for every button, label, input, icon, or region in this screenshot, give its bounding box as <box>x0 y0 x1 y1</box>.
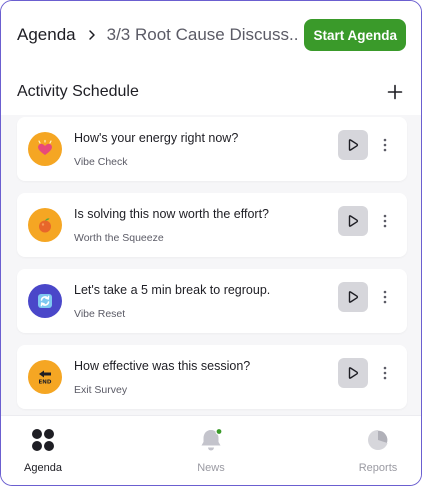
more-options-button[interactable] <box>378 130 392 160</box>
activity-subtitle: Worth the Squeeze <box>74 232 164 244</box>
play-icon <box>348 291 359 303</box>
app-frame: Agenda 3/3 Root Cause Discuss.. Start Ag… <box>0 0 422 486</box>
activity-subtitle: Exit Survey <box>74 384 128 396</box>
activity-title: Is solving this now worth the effort? <box>74 207 270 221</box>
activity-subtitle: Vibe Check <box>74 156 128 168</box>
more-options-button[interactable] <box>378 358 392 388</box>
bottom-nav: Agenda News Reports <box>1 415 421 485</box>
nav-item-reports[interactable]: Reports <box>333 416 421 485</box>
header: Agenda 3/3 Root Cause Discuss.. Start Ag… <box>1 1 421 69</box>
activity-card[interactable]: Is solving this now worth the effort? Wo… <box>17 193 407 257</box>
bell-icon <box>198 427 224 453</box>
add-activity-button[interactable] <box>387 84 403 100</box>
nav-item-agenda[interactable]: Agenda <box>1 416 88 485</box>
play-button[interactable] <box>338 206 368 236</box>
play-button[interactable] <box>338 282 368 312</box>
nav-label: Agenda <box>24 462 62 474</box>
play-button[interactable] <box>338 358 368 388</box>
activity-card[interactable]: END How effective was this session? Exit… <box>17 345 407 409</box>
start-agenda-button[interactable]: Start Agenda <box>304 19 406 51</box>
nav-label: Reports <box>358 462 398 474</box>
play-icon <box>348 139 359 151</box>
activity-card[interactable]: Let's take a 5 min break to regroup. Vib… <box>17 269 407 333</box>
section-header: Activity Schedule <box>1 69 421 115</box>
more-options-button[interactable] <box>378 282 392 312</box>
activity-title: How effective was this session? <box>74 359 251 373</box>
pie-chart-icon <box>365 427 391 453</box>
nav-label: News <box>197 462 225 474</box>
activity-subtitle: Vibe Reset <box>74 308 126 320</box>
play-icon <box>348 367 359 379</box>
breadcrumb-current: 3/3 Root Cause Discuss.. <box>106 25 299 44</box>
end-label: END <box>39 380 52 386</box>
section-title: Activity Schedule <box>17 83 139 100</box>
play-icon <box>348 215 359 227</box>
activity-title: Let's take a 5 min break to regroup. <box>74 283 271 297</box>
play-button[interactable] <box>338 130 368 160</box>
grid-dots-icon <box>30 427 56 453</box>
nav-item-news[interactable]: News <box>166 416 256 485</box>
heart-icon <box>28 132 62 166</box>
breadcrumb-root[interactable]: Agenda <box>17 25 76 45</box>
activity-title: How's your energy right now? <box>74 131 239 145</box>
more-options-button[interactable] <box>378 206 392 236</box>
activity-card[interactable]: How's your energy right now? Vibe Check <box>17 117 407 181</box>
refresh-icon <box>28 284 62 318</box>
chevron-right-icon <box>86 29 98 41</box>
plus-icon <box>387 84 403 100</box>
more-vertical-icon <box>383 138 387 152</box>
more-vertical-icon <box>383 214 387 228</box>
orange-fruit-icon <box>28 208 62 242</box>
more-vertical-icon <box>383 290 387 304</box>
end-arrow-icon: END <box>28 360 62 394</box>
more-vertical-icon <box>383 366 387 380</box>
